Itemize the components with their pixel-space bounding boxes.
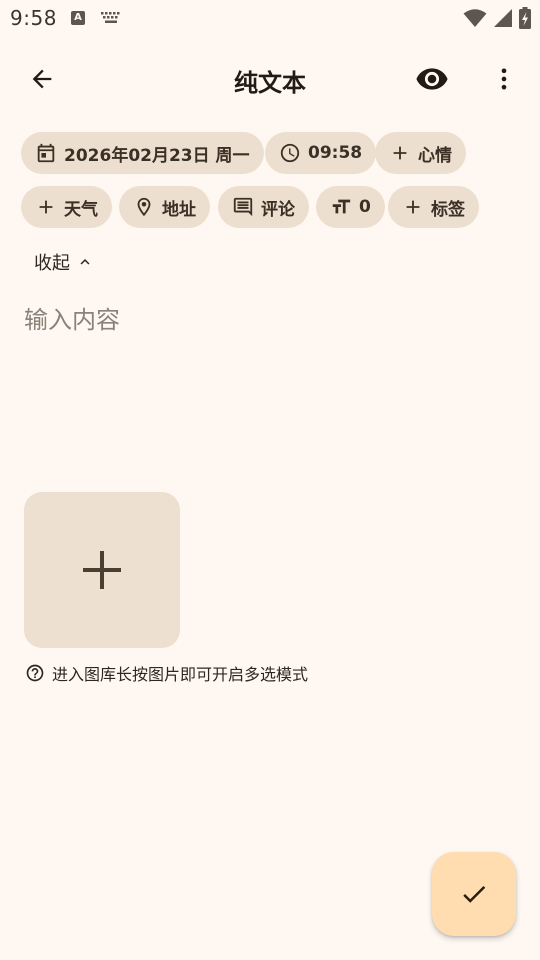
plus-icon	[83, 551, 121, 589]
comment-icon	[233, 197, 253, 217]
save-fab-button[interactable]	[432, 852, 516, 936]
location-pin-icon	[137, 197, 151, 217]
weather-chip[interactable]: 天气	[21, 186, 112, 228]
top-app-bar: 纯文本	[0, 44, 540, 114]
weather-chip-label: 天气	[64, 199, 98, 220]
battery-charging-icon	[519, 7, 531, 29]
cellular-signal-icon	[494, 9, 512, 27]
check-icon	[463, 885, 486, 903]
eye-icon	[416, 68, 448, 90]
keyboard-icon	[101, 12, 120, 23]
plus-icon	[39, 200, 53, 214]
chevron-up-icon	[80, 259, 90, 265]
collapse-toggle[interactable]: 收起	[34, 249, 94, 275]
journal-editor-screen: 9:58 A 纯文本 2026年02月23日 周一 09:58 心情 天气 地址…	[0, 0, 540, 960]
location-chip-label: 地址	[162, 199, 196, 220]
time-chip[interactable]: 09:58	[265, 132, 377, 174]
gallery-hint: 进入图库长按图片即可开启多选模式	[25, 661, 308, 685]
word-count-label: 0	[359, 197, 371, 217]
mood-chip-label: 心情	[418, 145, 452, 166]
date-chip-label: 2026年02月23日 周一	[64, 145, 250, 166]
comment-chip[interactable]: 评论	[218, 186, 309, 228]
status-icons	[463, 7, 531, 29]
help-circle-icon	[26, 664, 44, 682]
location-chip[interactable]: 地址	[119, 186, 210, 228]
calendar-icon	[37, 143, 55, 163]
wifi-icon	[463, 9, 487, 27]
date-chip[interactable]: 2026年02月23日 周一	[21, 132, 264, 174]
comment-chip-label: 评论	[261, 199, 295, 220]
more-vert-icon	[501, 68, 507, 90]
more-options-button[interactable]	[480, 55, 528, 103]
text-notification-icon: A	[71, 11, 85, 25]
page-title: 纯文本	[234, 69, 306, 97]
plus-icon	[406, 200, 420, 214]
content-input[interactable]	[24, 300, 514, 460]
add-image-button[interactable]	[24, 492, 180, 648]
gallery-hint-text: 进入图库长按图片即可开启多选模式	[52, 665, 309, 684]
text-size-icon	[332, 199, 351, 214]
status-bar: 9:58 A	[0, 0, 540, 36]
word-count-chip[interactable]: 0	[316, 186, 385, 228]
collapse-label: 收起	[34, 253, 70, 274]
time-chip-label: 09:58	[308, 143, 363, 163]
tag-chip-label: 标签	[431, 199, 465, 220]
clock-icon	[280, 143, 300, 163]
tag-chip[interactable]: 标签	[388, 186, 479, 228]
mood-chip[interactable]: 心情	[375, 132, 466, 174]
preview-button[interactable]	[408, 55, 456, 103]
status-time: 9:58	[10, 6, 57, 30]
plus-icon	[393, 146, 407, 160]
